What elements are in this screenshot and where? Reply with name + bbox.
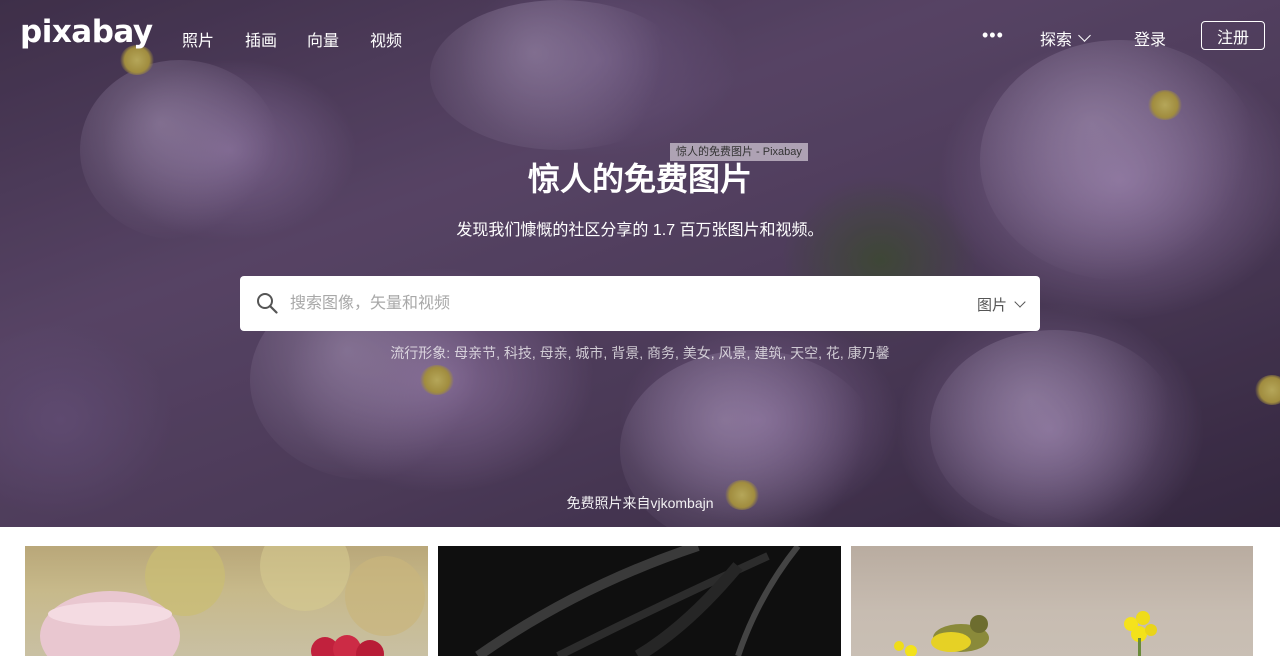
image-thumbnail[interactable] xyxy=(851,546,1253,656)
chevron-down-icon xyxy=(1014,296,1026,308)
bird-on-flowers-image xyxy=(894,611,1157,656)
hero-title: 惊人的免费图片 xyxy=(527,161,752,197)
explore-dropdown[interactable]: 探索 xyxy=(1040,26,1091,50)
nav-videos-link[interactable]: 视频 xyxy=(370,27,402,51)
photo-credit-link[interactable]: 免费照片来自vjkombajn xyxy=(0,493,1280,513)
trending-terms[interactable]: 母亲节, 科技, 母亲, 城市, 背景, 商务, 美女, 风景, 建筑, 天空,… xyxy=(454,345,890,361)
hero-subtitle: 发现我们慷慨的社区分享的 1.7 百万张图片和视频。 xyxy=(456,222,824,239)
nav-illustrations-link[interactable]: 插画 xyxy=(245,27,277,51)
nav-vectors-link[interactable]: 向量 xyxy=(307,27,339,51)
dark-leaves-image xyxy=(475,546,801,656)
media-type-dropdown[interactable]: 图片 xyxy=(976,294,1026,315)
search-icon[interactable] xyxy=(256,292,278,314)
image-thumbnail[interactable] xyxy=(438,546,841,656)
media-type-label: 图片 xyxy=(976,297,1007,314)
cup-raspberries-image xyxy=(40,546,425,656)
nav-photos-link[interactable]: 照片 xyxy=(182,27,214,51)
pixabay-logo[interactable]: pixabay xyxy=(20,14,153,50)
signup-button[interactable]: 注册 xyxy=(1201,21,1265,50)
trending-label: 流行形象: xyxy=(390,345,451,361)
chevron-down-icon xyxy=(1078,29,1091,42)
image-thumbnail[interactable] xyxy=(25,546,428,656)
top-nav: pixabay 照片 插画 向量 视频 ••• 探索 登录 注册 xyxy=(0,0,1280,72)
hero-background-image xyxy=(0,0,1280,527)
search-bar: 图片 xyxy=(240,276,1040,331)
login-link[interactable]: 登录 xyxy=(1134,26,1166,50)
explore-label: 探索 xyxy=(1040,32,1073,49)
trending-searches: 流行形象: 母亲节, 科技, 母亲, 城市, 背景, 商务, 美女, 风景, 建… xyxy=(0,343,1280,363)
search-input[interactable] xyxy=(290,276,940,331)
more-menu-icon[interactable]: ••• xyxy=(982,25,1004,46)
